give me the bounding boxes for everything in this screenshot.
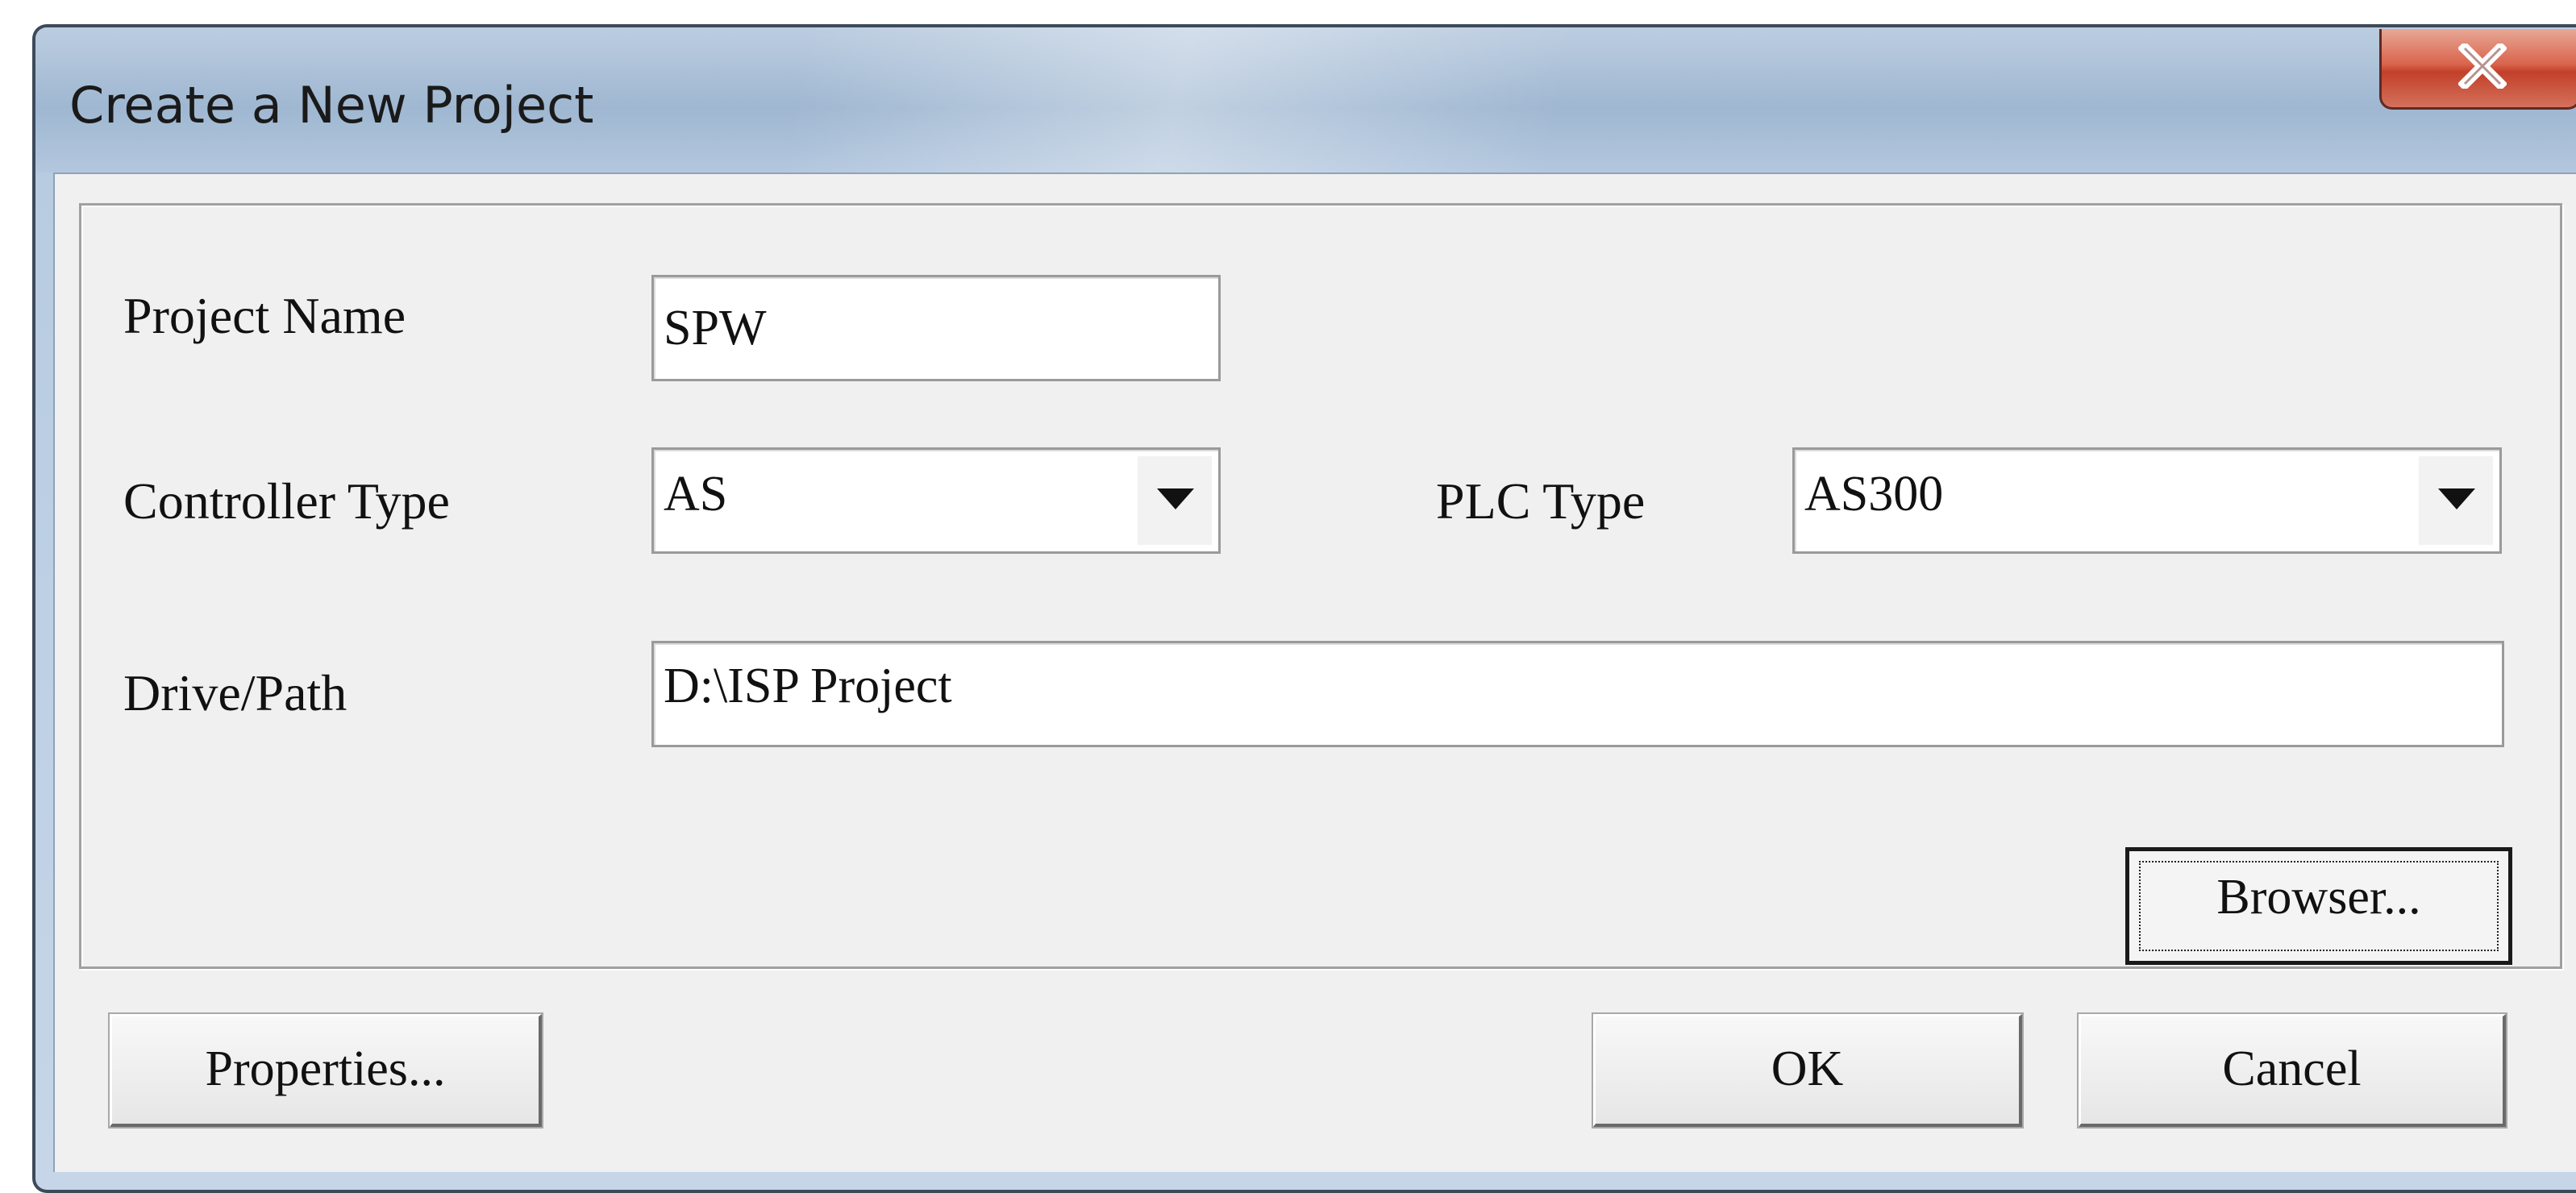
- project-settings-group: Project Name SPW Controller Type AS PLC …: [79, 203, 2562, 969]
- ok-button[interactable]: OK: [1592, 1012, 2024, 1129]
- drive-path-label: Drive/Path: [123, 664, 347, 721]
- window-title: Create a New Project: [69, 76, 594, 135]
- drive-path-input[interactable]: D:\ISP Project: [651, 641, 2504, 747]
- create-project-dialog: Create a New Project Project Name SPW Co…: [32, 24, 2576, 1193]
- browser-button-label: Browser...: [2216, 870, 2421, 925]
- chevron-down-icon: [2438, 488, 2475, 509]
- chevron-down-icon: [1157, 488, 1194, 509]
- title-bar[interactable]: Create a New Project: [35, 27, 2576, 173]
- properties-button-label: Properties...: [205, 1041, 446, 1096]
- cancel-button[interactable]: Cancel: [2077, 1012, 2507, 1129]
- ok-button-label: OK: [1771, 1041, 1844, 1096]
- dialog-body: Project Name SPW Controller Type AS PLC …: [53, 173, 2576, 1172]
- close-button[interactable]: [2379, 29, 2576, 110]
- cancel-button-label: Cancel: [2222, 1041, 2362, 1096]
- plc-type-dropdown-button[interactable]: [2419, 456, 2493, 545]
- plc-type-select[interactable]: AS300: [1792, 447, 2502, 554]
- project-name-label: Project Name: [123, 287, 406, 344]
- controller-type-select[interactable]: AS: [651, 447, 1221, 554]
- plc-type-label: PLC Type: [1436, 472, 1646, 530]
- properties-button[interactable]: Properties...: [108, 1012, 543, 1129]
- plc-type-value: AS300: [1804, 467, 1944, 522]
- project-name-value: SPW: [664, 301, 767, 355]
- drive-path-value: D:\ISP Project: [664, 659, 952, 713]
- project-name-input[interactable]: SPW: [651, 275, 1221, 381]
- close-icon: [2458, 44, 2507, 89]
- controller-type-label: Controller Type: [123, 472, 450, 530]
- controller-type-dropdown-button[interactable]: [1138, 456, 1212, 545]
- browser-button[interactable]: Browser...: [2125, 847, 2512, 965]
- controller-type-value: AS: [664, 467, 728, 522]
